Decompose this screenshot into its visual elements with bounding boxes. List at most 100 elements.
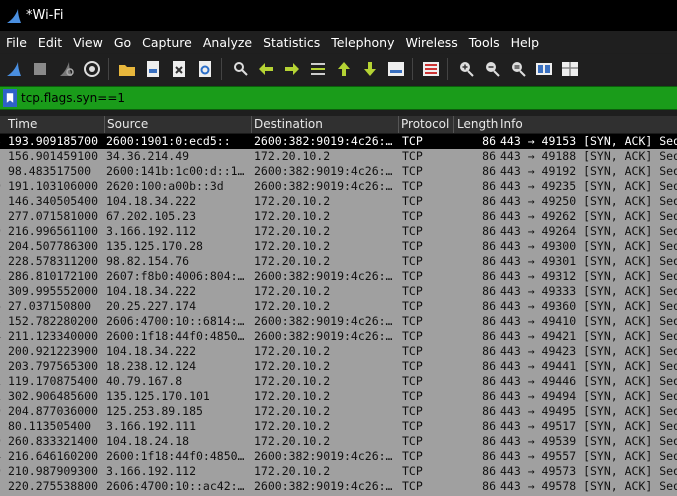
source-cell: 3.166.192.112 [106,224,197,238]
save-file-icon[interactable] [144,60,162,78]
restart-icon[interactable] [57,60,75,78]
table-row[interactable]: 6 27.037150800 20.25.227.174 172.20.10.2 TCP… [0,299,677,314]
open-folder-icon[interactable] [118,60,136,78]
length-cell: 86 [482,464,496,478]
destination-cell: 172.20.10.2 [254,464,331,478]
go-back-icon[interactable] [257,60,275,78]
protocol-cell: TCP [402,269,423,283]
column-divider[interactable] [104,116,105,133]
table-row[interactable]: 5 277.071581000 67.202.105.23 172.20.10.2 TC… [0,209,677,224]
packet-number-cell: 4 [0,329,3,344]
column-divider[interactable] [398,116,399,133]
autoscroll-icon[interactable] [387,60,405,78]
column-header-protocol[interactable]: Protocol [401,117,449,131]
zoom-in-icon[interactable] [457,60,475,78]
column-divider[interactable] [251,116,252,133]
find-icon[interactable] [231,60,249,78]
column-divider[interactable] [453,116,454,133]
resize-columns-icon[interactable] [535,60,553,78]
table-row[interactable]: 5 200.921223900 104.18.34.222 172.20.10.2 TC… [0,344,677,359]
table-row[interactable]: 4 211.123340000 2600:1f18:44f0:4850… 2600:3… [0,329,677,344]
protocol-cell: TCP [402,239,423,253]
colorize-icon[interactable] [422,60,440,78]
menu-view[interactable]: View [67,35,108,50]
table-row[interactable]: 5 220.275538800 2606:4700:10::ac42:… 2600:3… [0,479,677,494]
table-row[interactable]: 4 216.646160200 2600:1f18:44f0:4850… 2600:3… [0,449,677,464]
table-row[interactable]: 1 286.810172100 2607:f8b0:4006:804:… 2600:3… [0,269,677,284]
table-row[interactable]: 5 80.113505400 3.166.192.111 172.20.10.2 TCP… [0,419,677,434]
menu-help[interactable]: Help [505,35,545,50]
table-row[interactable]: 9 216.996561100 3.166.192.112 172.20.10.2 TC… [0,224,677,239]
display-filter-bar [0,86,677,110]
table-row[interactable]: 1 302.906485600 135.125.170.101 172.20.10.2… [0,389,677,404]
table-row[interactable]: 3 193.909185700 2600:1901:0:ecd5::2600:382… [0,134,677,149]
menu-go[interactable]: Go [108,35,136,50]
close-file-icon[interactable] [170,60,188,78]
last-packet-icon[interactable] [361,60,379,78]
menu-wireless[interactable]: Wireless [399,35,462,50]
layout-icon[interactable] [561,60,579,78]
table-row[interactable]: 9 260.833321400 104.18.24.18 172.20.10.2 TCP… [0,434,677,449]
length-cell: 86 [482,329,496,343]
source-cell: 3.166.192.112 [106,464,197,478]
info-cell: 443 → 49578 [SYN, ACK] Seq [500,479,677,493]
source-cell: 40.79.167.8 [106,374,183,388]
length-cell: 86 [482,359,496,373]
info-cell: 443 → 49410 [SYN, ACK] Seq [500,314,677,328]
destination-cell: 2600:382:9019:4c26:… [254,449,393,463]
protocol-cell: TCP [402,389,423,403]
protocol-cell: TCP [402,434,423,448]
time-cell: 220.275538800 [8,479,99,493]
column-header-source[interactable]: Source [107,117,148,131]
reload-icon[interactable] [196,60,214,78]
table-row[interactable]: 2 156.901459100 34.36.214.49 172.20.10.2 TCP… [0,149,677,164]
go-to-packet-icon[interactable] [309,60,327,78]
toolbar-separator [108,58,109,80]
length-cell: 86 [482,194,496,208]
menu-edit[interactable]: Edit [32,35,67,50]
table-row[interactable]: 2 98.483517500 2600:141b:1c00:d::1… 2600:38… [0,164,677,179]
table-row[interactable]: 1 119.170875400 40.79.167.8 172.20.10.2 TCP 8… [0,374,677,389]
go-forward-icon[interactable] [283,60,301,78]
protocol-cell: TCP [402,149,423,163]
menu-telephony[interactable]: Telephony [325,35,399,50]
table-row[interactable]: 9 204.877036000 125.253.89.185 172.20.10.2 T… [0,404,677,419]
normal-size-icon[interactable] [509,60,527,78]
table-row[interactable]: 9 210.987909300 3.166.192.112 172.20.10.2 TC… [0,464,677,479]
packet-list: 3 193.909185700 2600:1901:0:ecd5::2600:382… [0,134,677,496]
table-row[interactable]: 7 228.578311200 98.82.154.76 172.20.10.2 TCP… [0,254,677,269]
column-header-info[interactable]: Info [500,117,523,131]
length-cell: 86 [482,479,496,493]
packet-number-cell: 2 [0,149,3,164]
stop-icon[interactable] [31,60,49,78]
display-filter-input[interactable] [21,88,677,108]
table-row[interactable]: 9 191.103106000 2620:100:a00b::3d 2600:382:… [0,179,677,194]
time-cell: 286.810172100 [8,269,99,283]
menu-capture[interactable]: Capture [136,35,197,50]
table-row[interactable]: 5 309.995552000 104.18.34.222 172.20.10.2 TC… [0,284,677,299]
time-cell: 203.797565300 [8,359,99,373]
shark-fin-start-icon[interactable] [5,60,23,78]
table-row[interactable]: 5 203.797565300 18.238.12.124 172.20.10.2 TC… [0,359,677,374]
table-row[interactable]: 3 152.782280200 2606:4700:10::6814:… 2600:3… [0,314,677,329]
menu-analyze[interactable]: Analyze [197,35,257,50]
column-header-time[interactable]: Time [8,117,37,131]
time-cell: 191.103106000 [8,179,99,193]
menu-statistics[interactable]: Statistics [257,35,325,50]
capture-options-icon[interactable] [83,60,101,78]
column-header-destination[interactable]: Destination [254,117,323,131]
first-packet-icon[interactable] [335,60,353,78]
bookmark-icon[interactable] [3,89,17,107]
length-cell: 86 [482,134,496,148]
protocol-cell: TCP [402,134,423,148]
zoom-out-icon[interactable] [483,60,501,78]
destination-cell: 172.20.10.2 [254,299,331,313]
menu-file[interactable]: File [0,35,32,50]
column-header-length[interactable]: Length [457,117,498,131]
table-row[interactable]: 5 146.340505400 104.18.34.222 172.20.10.2 TC… [0,194,677,209]
protocol-cell: TCP [402,344,423,358]
menu-tools[interactable]: Tools [463,35,505,50]
packet-number-cell: 5 [0,194,3,209]
time-cell: 119.170875400 [8,374,99,388]
table-row[interactable]: 3 204.507786300 135.125.170.28 172.20.10.2 T… [0,239,677,254]
